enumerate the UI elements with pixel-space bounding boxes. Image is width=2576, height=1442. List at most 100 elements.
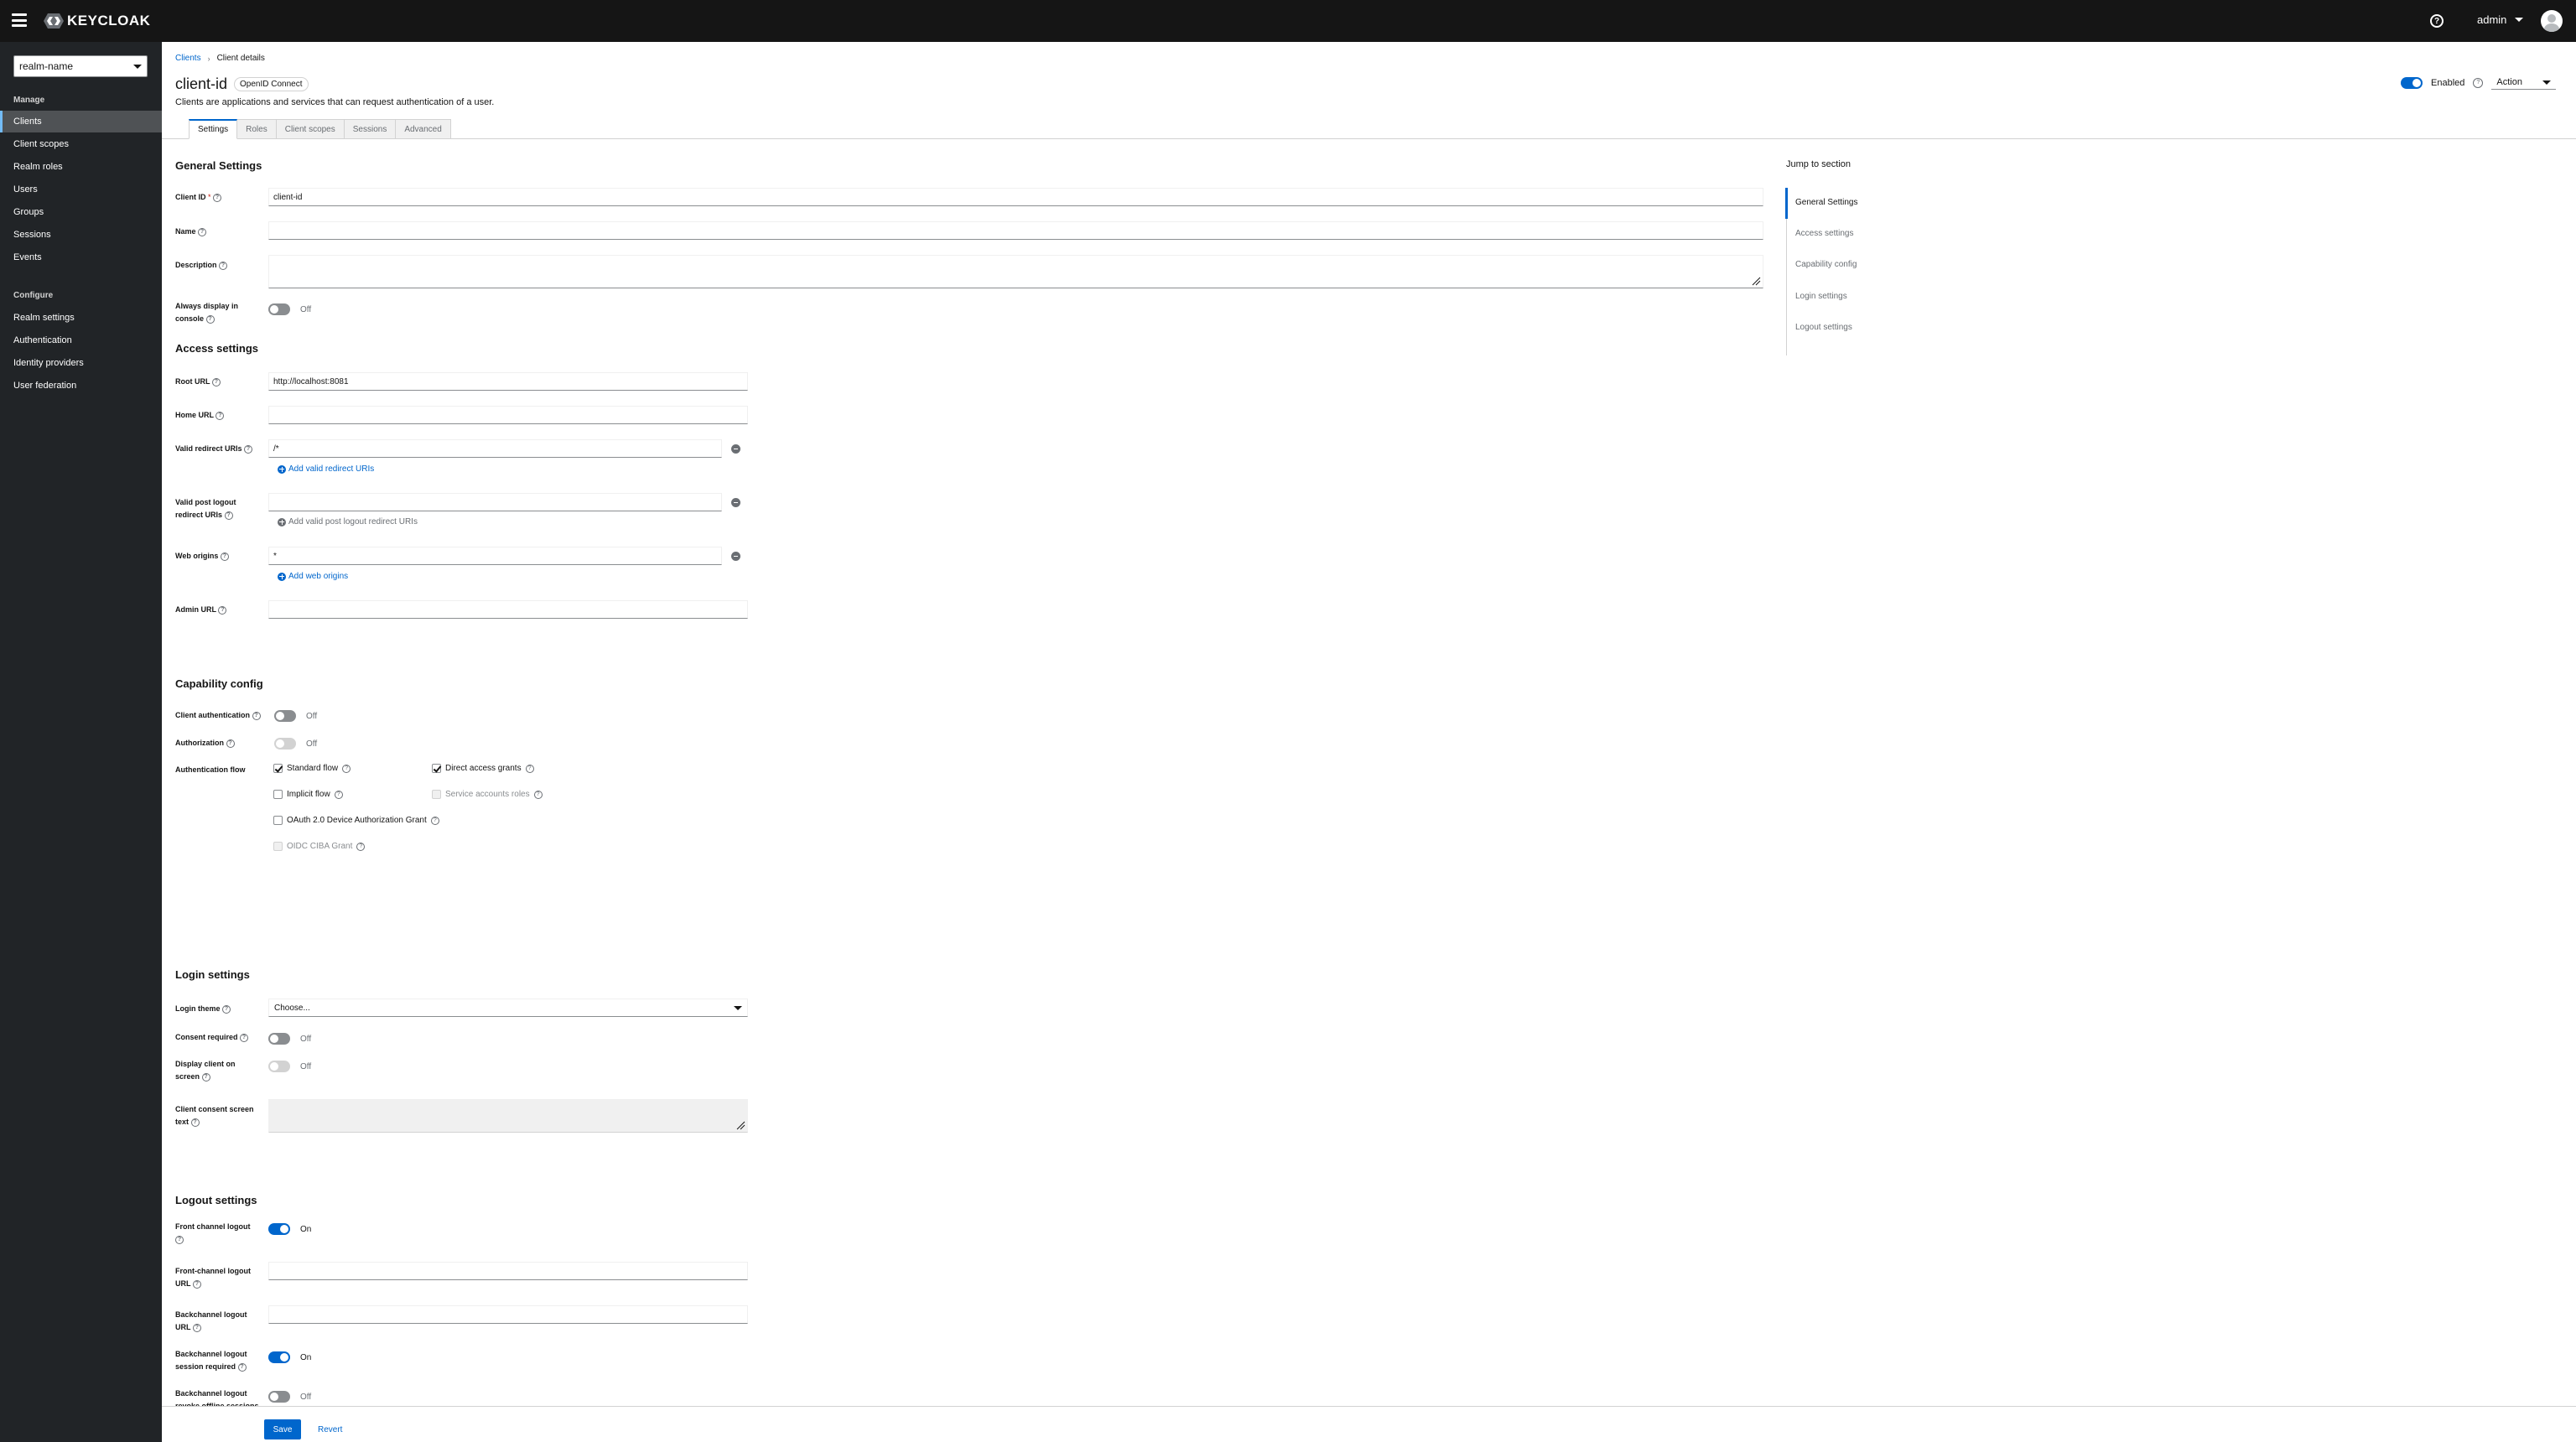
tab-roles[interactable]: Roles xyxy=(237,119,277,139)
sidebar-item-users[interactable]: Users xyxy=(0,179,162,200)
jump-link-logout-settings[interactable]: Logout settings xyxy=(1795,323,1852,332)
action-dropdown[interactable]: Action xyxy=(2491,75,2556,90)
backchannel-revoke-toggle[interactable] xyxy=(268,1391,290,1403)
always-display-toggle[interactable] xyxy=(268,303,290,315)
ciba-grant-option[interactable]: OIDC CIBA Grant ? xyxy=(273,842,366,851)
help-icon[interactable]: ? xyxy=(244,444,253,454)
help-icon[interactable]: ? xyxy=(334,790,343,799)
client-auth-toggle[interactable] xyxy=(274,710,296,722)
help-icon[interactable]: ? xyxy=(2430,14,2444,28)
front-channel-toggle[interactable] xyxy=(268,1223,290,1235)
sidebar-item-realm-roles[interactable]: Realm roles xyxy=(0,156,162,178)
service-accounts-option[interactable]: Service accounts roles ? xyxy=(432,790,543,799)
sidebar-item-clients[interactable]: Clients xyxy=(0,111,162,132)
jump-link-capability-config[interactable]: Capability config xyxy=(1795,260,1857,269)
revert-button[interactable]: Revert xyxy=(318,1419,342,1439)
help-icon[interactable]: ? xyxy=(226,739,235,748)
sidebar-item-realm-settings[interactable]: Realm settings xyxy=(0,307,162,329)
enabled-toggle[interactable] xyxy=(2401,76,2423,89)
help-icon[interactable]: ? xyxy=(240,1033,249,1042)
root-url-input[interactable]: http://localhost:8081 xyxy=(268,372,748,391)
save-button[interactable]: Save xyxy=(264,1419,301,1439)
device-grant-checkbox[interactable] xyxy=(273,816,283,825)
consent-required-toggle[interactable] xyxy=(268,1033,290,1045)
remove-post-logout-uri-icon[interactable] xyxy=(731,498,740,507)
jump-link-access-settings[interactable]: Access settings xyxy=(1795,229,1853,238)
description-textarea[interactable] xyxy=(268,255,1763,288)
jump-link-general-settings[interactable]: General Settings xyxy=(1795,198,1858,207)
help-icon[interactable]: ? xyxy=(237,1362,247,1372)
help-icon[interactable]: ? xyxy=(525,764,534,773)
service-accounts-checkbox[interactable] xyxy=(432,790,441,799)
help-icon[interactable]: ? xyxy=(220,552,229,561)
ciba-grant-checkbox[interactable] xyxy=(273,842,283,851)
standard-flow-checkbox[interactable] xyxy=(273,764,283,773)
help-icon[interactable]: ? xyxy=(224,511,233,520)
client-id-input[interactable]: client-id xyxy=(268,188,1763,206)
name-input[interactable] xyxy=(268,221,1763,240)
sidebar-item-events[interactable]: Events xyxy=(0,246,162,268)
user-dropdown[interactable]: admin xyxy=(2477,13,2524,26)
help-icon[interactable]: ? xyxy=(201,1072,210,1082)
help-icon[interactable]: ? xyxy=(198,227,207,236)
standard-flow-option[interactable]: Standard flow ? xyxy=(273,764,351,773)
help-icon[interactable]: ? xyxy=(252,711,261,720)
redirect-uri-input[interactable]: /* xyxy=(268,439,722,458)
web-origin-input[interactable]: * xyxy=(268,547,722,565)
breadcrumb-clients-link[interactable]: Clients xyxy=(175,54,201,63)
remove-web-origin-icon[interactable] xyxy=(731,552,740,561)
help-icon[interactable]: ? xyxy=(222,1004,231,1014)
sidebar-item-groups[interactable]: Groups xyxy=(0,201,162,223)
help-icon[interactable]: ? xyxy=(190,1118,200,1127)
post-logout-uri-input[interactable] xyxy=(268,493,722,511)
direct-access-checkbox[interactable] xyxy=(432,764,441,773)
help-icon[interactable]: ? xyxy=(211,377,221,386)
sidebar-item-sessions[interactable]: Sessions xyxy=(0,224,162,246)
home-url-input[interactable] xyxy=(268,406,748,424)
remove-redirect-uri-icon[interactable] xyxy=(731,444,740,454)
display-client-toggle[interactable] xyxy=(268,1061,290,1072)
help-icon[interactable]: ? xyxy=(2473,77,2484,88)
authorization-toggle[interactable] xyxy=(274,738,296,750)
help-icon[interactable]: ? xyxy=(219,261,228,270)
help-icon[interactable]: ? xyxy=(533,790,543,799)
sidebar-item-authentication[interactable]: Authentication xyxy=(0,329,162,351)
add-web-origin-button[interactable]: Add web origins xyxy=(278,572,348,581)
front-channel-url-input[interactable] xyxy=(268,1262,748,1280)
jump-link-login-settings[interactable]: Login settings xyxy=(1795,292,1847,301)
help-icon[interactable]: ? xyxy=(216,411,225,420)
help-icon[interactable]: ? xyxy=(213,193,222,202)
help-icon[interactable]: ? xyxy=(430,816,439,825)
tab-advanced[interactable]: Advanced xyxy=(396,119,451,139)
help-icon[interactable]: ? xyxy=(356,842,366,851)
avatar[interactable] xyxy=(2541,10,2563,32)
realm-selector[interactable]: realm-name xyxy=(13,55,148,77)
help-icon[interactable]: ? xyxy=(192,1323,201,1332)
sidebar-item-client-scopes[interactable]: Client scopes xyxy=(0,133,162,155)
implicit-flow-checkbox[interactable] xyxy=(273,790,283,799)
tab-settings[interactable]: Settings xyxy=(189,119,238,139)
direct-access-option[interactable]: Direct access grants ? xyxy=(432,764,534,773)
help-icon[interactable]: ? xyxy=(175,1235,184,1244)
tab-sessions[interactable]: Sessions xyxy=(344,119,397,139)
add-redirect-uri-button[interactable]: Add valid redirect URIs xyxy=(278,464,374,474)
device-grant-option[interactable]: OAuth 2.0 Device Authorization Grant ? xyxy=(273,816,439,825)
admin-url-input[interactable] xyxy=(268,600,748,619)
implicit-flow-option[interactable]: Implicit flow ? xyxy=(273,790,343,799)
help-icon[interactable]: ? xyxy=(205,314,215,324)
brand-logo[interactable]: KEYCLOAK xyxy=(42,11,150,31)
add-post-logout-uri-button[interactable]: Add valid post logout redirect URIs xyxy=(278,517,418,526)
help-icon[interactable]: ? xyxy=(342,764,351,773)
hamburger-menu-icon[interactable] xyxy=(12,13,27,27)
help-icon[interactable]: ? xyxy=(218,605,227,615)
sidebar-item-user-federation[interactable]: User federation xyxy=(0,375,162,397)
consent-text-textarea[interactable] xyxy=(268,1099,748,1133)
backchannel-url-input[interactable] xyxy=(268,1305,748,1324)
resize-handle-icon[interactable] xyxy=(1751,276,1761,286)
backchannel-session-toggle[interactable] xyxy=(268,1351,290,1363)
help-icon[interactable]: ? xyxy=(192,1279,201,1289)
sidebar-item-identity-providers[interactable]: Identity providers xyxy=(0,352,162,374)
resize-handle-icon[interactable] xyxy=(735,1120,745,1130)
tab-client-scopes[interactable]: Client scopes xyxy=(276,119,345,139)
login-theme-select[interactable]: Choose... xyxy=(268,999,748,1017)
